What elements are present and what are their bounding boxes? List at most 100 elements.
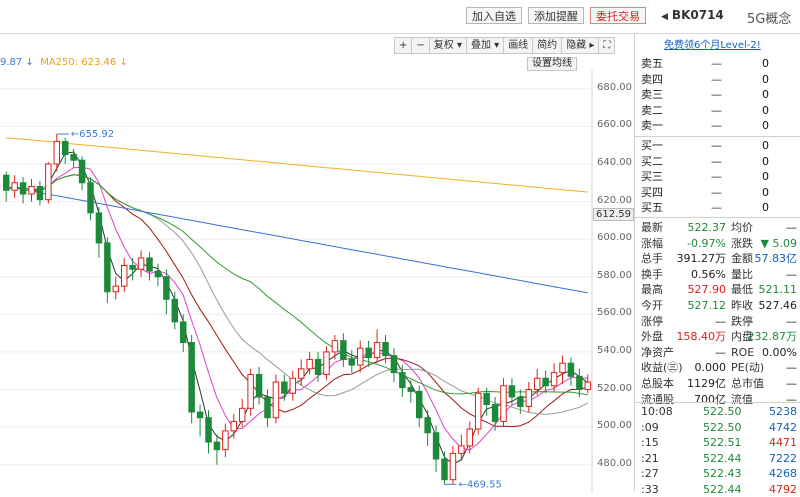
candle-body — [483, 392, 490, 406]
back-arrow-icon[interactable]: ◀ — [661, 12, 668, 22]
tick-price: 522.51 — [703, 436, 742, 450]
ask-row: 卖五 — 0 — [641, 56, 799, 71]
tick-price: 522.50 — [703, 420, 742, 434]
bid-label: 买三 — [641, 170, 663, 184]
candle-body — [348, 358, 356, 366]
draw-line-button[interactable]: 画线 — [503, 37, 534, 54]
candle — [323, 346, 330, 381]
tick-price: 522.44 — [703, 451, 742, 465]
tick-price: 522.50 — [703, 405, 742, 418]
trade-button[interactable]: 委托交易 — [590, 7, 646, 24]
stat-value: — — [786, 314, 797, 328]
ask-row: 卖二 — 0 — [641, 103, 799, 118]
ask-row: 卖三 — 0 — [641, 87, 799, 102]
y-tick-label: 480.00 — [597, 457, 632, 469]
candle-body — [171, 298, 179, 323]
candle — [340, 333, 347, 367]
candle — [356, 340, 364, 373]
candle — [289, 370, 297, 401]
kline-chart[interactable]: ←655.92 ←469.55 — [0, 70, 634, 491]
stat-label: 换手 — [641, 267, 663, 281]
candle-body — [196, 411, 204, 419]
candle — [373, 329, 381, 364]
stat-row: 收益(㊂) 0.000 PE(动) — — [641, 360, 799, 375]
zoom-in-button[interactable]: + — [394, 37, 413, 54]
candle-body — [264, 396, 271, 419]
candle-body — [576, 375, 583, 391]
stat-value: 0.000 — [694, 361, 727, 375]
stat-value: — — [786, 361, 797, 375]
candle-body — [272, 381, 280, 419]
stat-value: ▼ 5.09 — [760, 236, 797, 250]
simple-mode-button[interactable]: 简约 — [532, 37, 563, 54]
candle — [415, 385, 423, 428]
stat-label: PE(动) — [731, 361, 765, 375]
candle-body — [19, 182, 27, 195]
overlay-dropdown[interactable]: 叠加 ▾ — [465, 37, 505, 54]
bid-row: 买四 — 0 — [641, 185, 799, 200]
stat-value: 1129亿 — [687, 377, 726, 390]
candle-body — [146, 257, 153, 272]
add-watchlist-button[interactable]: 加入自选 — [466, 7, 522, 24]
candle — [297, 359, 305, 386]
tick-row: :33 522.44 4792 — [641, 482, 799, 497]
tick-price: 522.43 — [703, 467, 742, 481]
stat-value: 527.46 — [758, 299, 798, 312]
bid-label: 买一 — [641, 139, 663, 152]
candle-body — [87, 182, 94, 214]
y-tick-label: 520.00 — [597, 382, 632, 394]
candle-body — [432, 432, 440, 460]
tick-volume: 4471 — [769, 436, 797, 450]
candle-body — [70, 154, 77, 161]
top-bar: 加入自选 添加提醒 委托交易 ◀ BK0714 5G概念 — [0, 0, 800, 34]
ask-price: — — [711, 88, 722, 102]
tick-row: :27 522.43 4268 — [641, 466, 799, 481]
candle-body — [154, 270, 162, 278]
bid-volume: 0 — [762, 154, 769, 168]
ask-label: 卖三 — [641, 88, 663, 102]
bid-price: — — [711, 154, 722, 168]
zoom-out-button[interactable]: − — [411, 37, 430, 54]
bid-row: 买二 — 0 — [641, 154, 799, 169]
candle-body — [365, 347, 372, 359]
candle-body — [61, 140, 69, 156]
ask-label: 卖二 — [641, 103, 663, 117]
stat-value: — — [786, 267, 797, 281]
candle-body — [297, 368, 305, 379]
code-text: BK0714 — [671, 8, 724, 22]
candle-body — [78, 159, 86, 184]
y-tick-label: 660.00 — [597, 119, 632, 131]
candle — [19, 177, 27, 204]
candle — [474, 387, 482, 435]
candle-body — [441, 458, 448, 481]
low-annotation-label: ←469.55 — [459, 479, 502, 490]
stat-value: 522.37 — [687, 221, 727, 234]
stat-value: 527.12 — [687, 299, 727, 312]
tick-time: :15 — [641, 436, 659, 450]
stat-value: 0.56% — [691, 267, 726, 281]
fullscreen-icon[interactable]: ⛶ — [598, 37, 616, 54]
bid-label: 买二 — [641, 154, 663, 168]
y-tick-label: 580.00 — [597, 269, 632, 281]
ask-volume: 0 — [762, 57, 769, 70]
candle-body — [424, 417, 431, 434]
candle — [222, 423, 229, 458]
bid-volume: 0 — [762, 170, 769, 184]
level2-promo-link[interactable]: 免费领6个月Level-2! — [664, 36, 761, 51]
hide-button[interactable]: 隐藏 ▸ — [561, 37, 600, 54]
candle-body — [340, 340, 347, 360]
set-ma-button[interactable]: 设置均线 — [527, 57, 577, 71]
tick-row: :21 522.44 7222 — [641, 451, 799, 466]
adjust-dropdown[interactable]: 复权 ▾ — [428, 37, 467, 54]
tick-price: 522.44 — [703, 483, 742, 496]
candle-body — [331, 340, 339, 353]
candle — [449, 445, 457, 485]
add-alert-button[interactable]: 添加提醒 — [528, 7, 584, 24]
ask-label: 卖五 — [641, 57, 663, 70]
candle-body — [559, 362, 566, 374]
candle-body — [112, 285, 120, 293]
candle — [567, 357, 575, 386]
y-tick-label: 500.00 — [597, 420, 632, 432]
bid-row: 买一 — 0 — [641, 138, 799, 153]
y-tick-label: 640.00 — [597, 156, 632, 168]
